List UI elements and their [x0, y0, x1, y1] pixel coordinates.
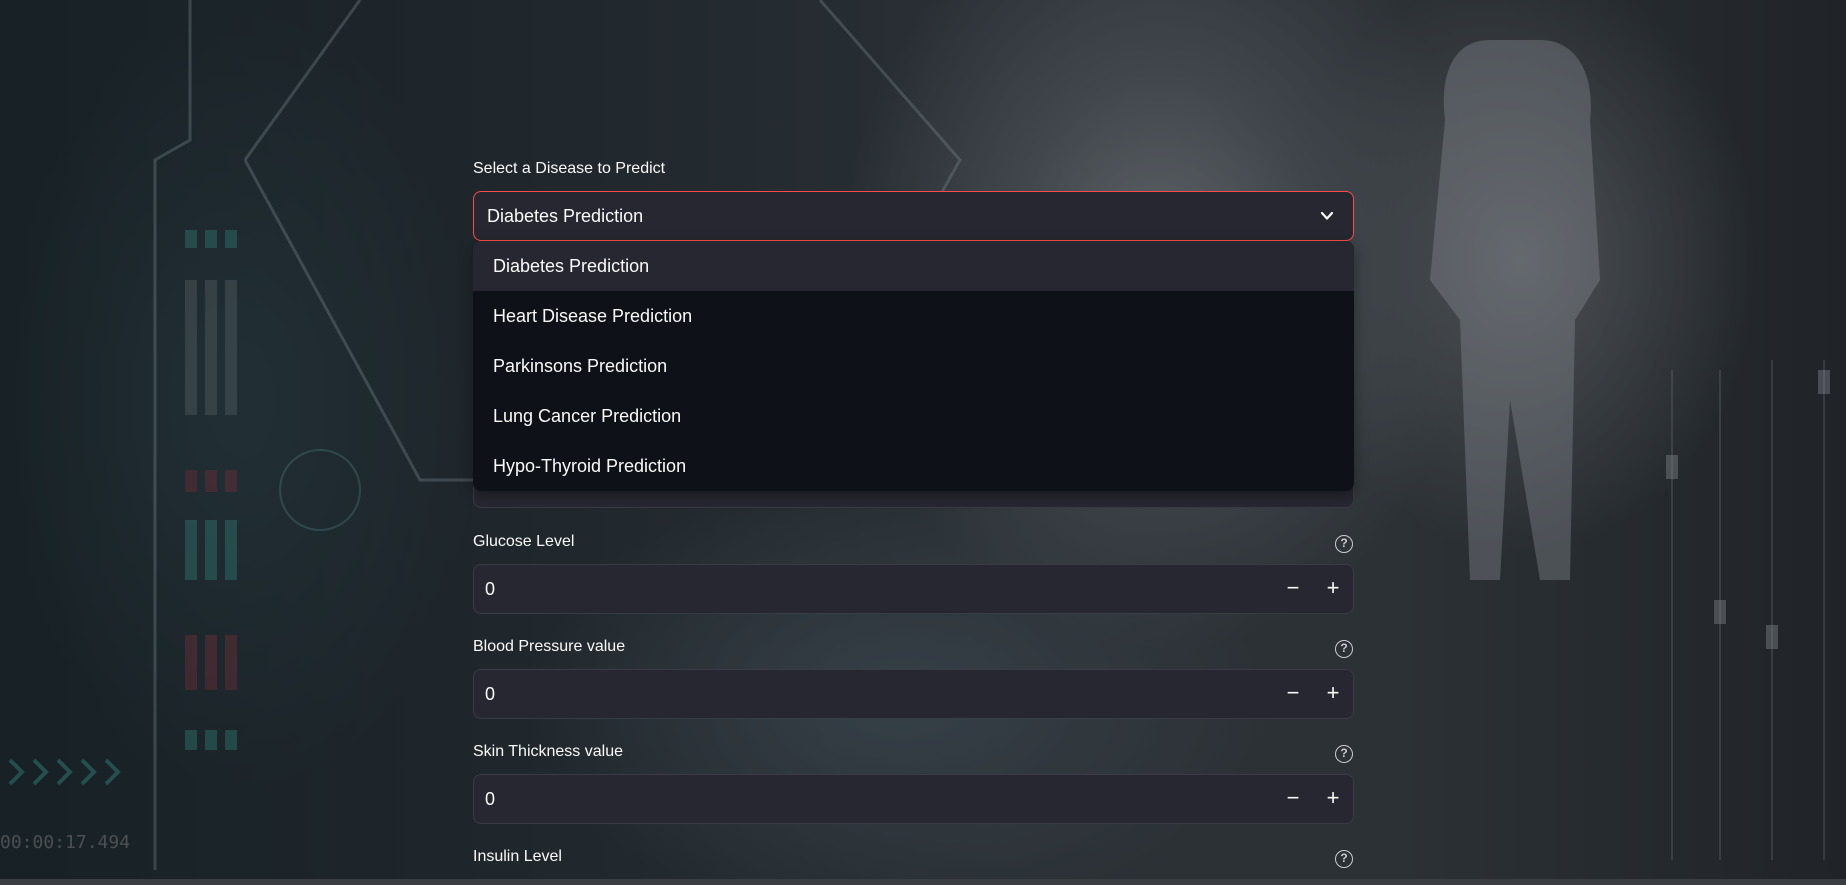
disease-select-label: Select a Disease to Predict — [473, 160, 666, 177]
increment-button[interactable]: + — [1313, 565, 1353, 613]
chevron-down-icon — [1320, 211, 1334, 220]
blood-pressure-input[interactable]: 0 − + — [473, 669, 1354, 719]
blood-pressure-label: Blood Pressure value — [473, 638, 626, 655]
scrollbar-track — [0, 879, 1846, 885]
glucose-value[interactable]: 0 — [485, 565, 495, 613]
help-icon[interactable]: ? — [1335, 640, 1353, 658]
skin-thickness-label: Skin Thickness value — [473, 743, 623, 760]
help-icon[interactable]: ? — [1335, 745, 1353, 763]
glucose-label: Glucose Level — [473, 533, 575, 550]
disease-dropdown: Diabetes Prediction Heart Disease Predic… — [473, 241, 1354, 491]
increment-button[interactable]: + — [1313, 775, 1353, 823]
option-parkinsons[interactable]: Parkinsons Prediction — [473, 341, 1354, 391]
decrement-button[interactable]: − — [1273, 775, 1313, 823]
decrement-button[interactable]: − — [1273, 670, 1313, 718]
disease-select-value: Diabetes Prediction — [487, 206, 644, 226]
increment-button[interactable]: + — [1313, 670, 1353, 718]
decrement-button[interactable]: − — [1273, 565, 1313, 613]
insulin-label: Insulin Level — [473, 848, 562, 865]
option-heart-disease[interactable]: Heart Disease Prediction — [473, 291, 1354, 341]
option-diabetes[interactable]: Diabetes Prediction — [473, 241, 1354, 291]
option-lung-cancer[interactable]: Lung Cancer Prediction — [473, 391, 1354, 441]
help-icon[interactable]: ? — [1335, 850, 1353, 868]
disease-select[interactable]: Diabetes Prediction — [473, 191, 1354, 241]
skin-thickness-input[interactable]: 0 − + — [473, 774, 1354, 824]
option-hypo-thyroid[interactable]: Hypo-Thyroid Prediction — [473, 441, 1354, 491]
glucose-input[interactable]: 0 − + — [473, 564, 1354, 614]
help-icon[interactable]: ? — [1335, 535, 1353, 553]
blood-pressure-value[interactable]: 0 — [485, 670, 495, 718]
skin-thickness-value[interactable]: 0 — [485, 775, 495, 823]
